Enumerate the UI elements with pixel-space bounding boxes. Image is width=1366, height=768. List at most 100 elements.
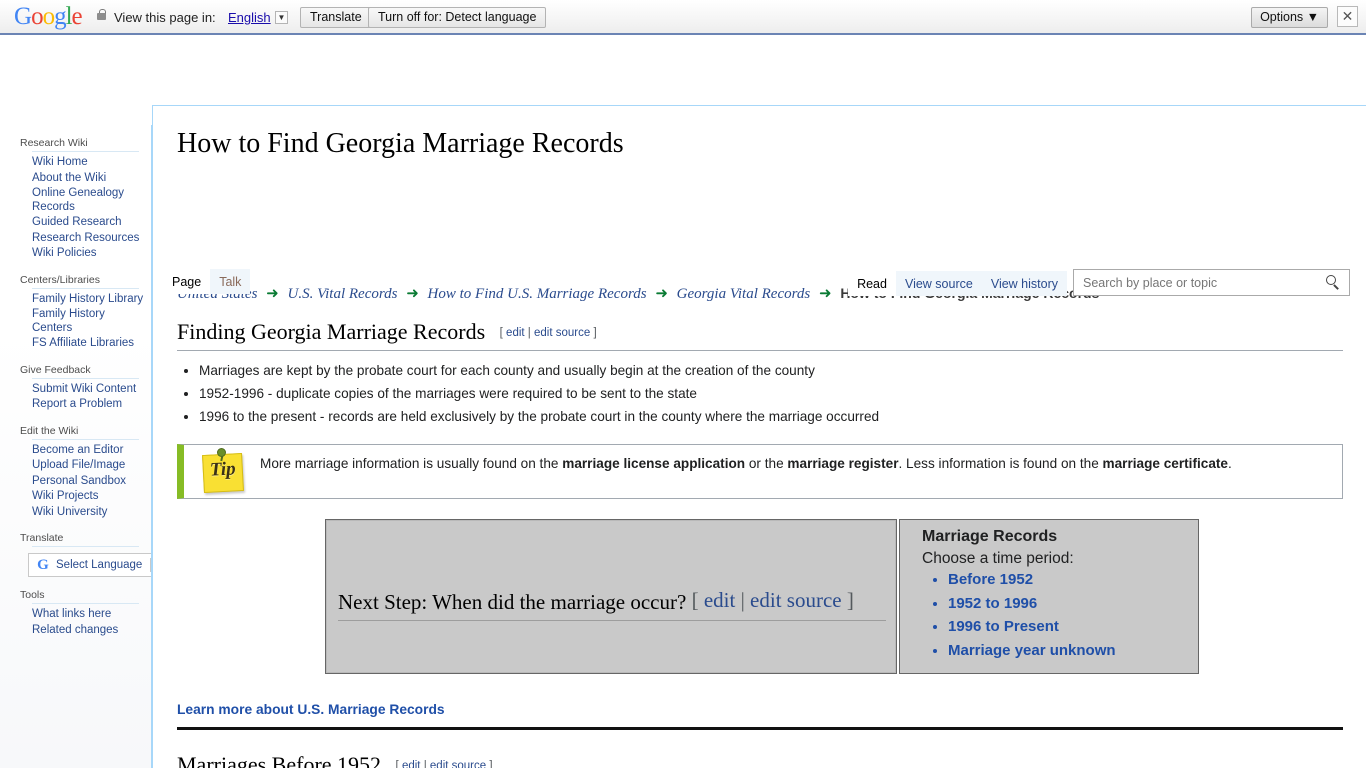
namespace-tabs: Page Talk [163, 269, 251, 294]
sidebar-item-research-resources[interactable]: Research Resources [32, 231, 151, 247]
sidebar-heading-translate: Translate [20, 532, 64, 544]
sidebar-item-related-changes[interactable]: Related changes [32, 623, 151, 639]
sidebar-group-give-feedback: Submit Wiki Content Report a Problem [0, 382, 151, 413]
tip-bold-marriage-register: marriage register [787, 456, 899, 471]
pipe: | [740, 588, 745, 612]
sidebar-item-wiki-home[interactable]: Wiki Home [32, 155, 151, 171]
edit-source-link[interactable]: edit source [750, 588, 842, 612]
sidebar-item-fs-affiliate-libraries[interactable]: FS Affiliate Libraries [32, 336, 151, 352]
tab-talk[interactable]: Talk [210, 269, 251, 294]
view-tabs: Read View source View history [848, 269, 1350, 297]
bracket-open: [ [499, 327, 503, 339]
tab-view-history[interactable]: View history [981, 271, 1067, 296]
next-step-box: Next Step: When did the marriage occur? … [325, 519, 897, 674]
option-before-1952[interactable]: Before 1952 [948, 568, 1116, 592]
breadcrumb-item-georgia-vital-records[interactable]: Georgia Vital Records [677, 286, 811, 302]
divider [177, 727, 1343, 730]
divider [32, 546, 139, 547]
sidebar: Research Wiki Wiki Home About the Wiki O… [0, 125, 152, 768]
sidebar-item-submit-wiki-content[interactable]: Submit Wiki Content [32, 382, 151, 398]
pipe: | [527, 327, 531, 339]
sidebar-group-edit-the-wiki: Become an Editor Upload File/Image Perso… [0, 443, 151, 521]
option-marriage-year-unknown[interactable]: Marriage year unknown [948, 639, 1116, 663]
sidebar-item-personal-sandbox[interactable]: Personal Sandbox [32, 474, 151, 490]
tab-read[interactable]: Read [848, 271, 896, 296]
sidebar-heading-tools: Tools [20, 589, 45, 601]
turn-off-translation-button[interactable]: Turn off for: Detect language [368, 7, 547, 28]
option-1996-to-present[interactable]: 1996 to Present [948, 615, 1116, 639]
tip-text: More marriage information is usually fou… [260, 453, 1335, 474]
edit-link[interactable]: edit [402, 760, 421, 768]
bracket-open: [ [691, 588, 699, 612]
divider [150, 558, 151, 572]
edit-links: [ edit | edit source ] [500, 327, 597, 339]
edit-link[interactable]: edit [506, 327, 525, 339]
tip-bold-license-application: marriage license application [562, 456, 746, 471]
sidebar-item-report-a-problem[interactable]: Report a Problem [32, 397, 151, 413]
page-title: How to Find Georgia Marriage Records [177, 128, 624, 159]
sidebar-item-upload-file-image[interactable]: Upload File/Image [32, 458, 151, 474]
edit-link[interactable]: edit [704, 588, 736, 612]
sidebar-item-about-the-wiki[interactable]: About the Wiki [32, 171, 151, 187]
edit-source-link[interactable]: edit source [430, 760, 486, 768]
marriage-records-options: Before 1952 1952 to 1996 1996 to Present… [926, 568, 1116, 662]
article-body: Finding Georgia Marriage Records [ edit … [177, 319, 1343, 768]
section-heading-text: Finding Georgia Marriage Records [177, 319, 486, 344]
breadcrumb-item-us-vital-records[interactable]: U.S. Vital Records [287, 286, 397, 302]
divider [32, 151, 139, 152]
edit-source-link[interactable]: edit source [534, 327, 590, 339]
breadcrumb-item-how-to-find-us-marriage-records[interactable]: How to Find U.S. Marriage Records [428, 286, 647, 302]
chevron-down-icon[interactable]: ▼ [275, 11, 288, 24]
search-input[interactable] [1081, 270, 1325, 297]
sidebar-item-wiki-university[interactable]: Wiki University [32, 505, 151, 521]
options-button[interactable]: Options ▼ [1251, 7, 1328, 28]
sidebar-item-wiki-policies[interactable]: Wiki Policies [32, 246, 151, 262]
sidebar-item-guided-research[interactable]: Guided Research [32, 215, 151, 231]
sidebar-item-become-an-editor[interactable]: Become an Editor [32, 443, 151, 459]
section-heading-text: Marriages Before 1952 [177, 752, 382, 768]
tab-page[interactable]: Page [163, 269, 211, 294]
marriage-records-title: Marriage Records [922, 528, 1058, 545]
bracket-open: [ [395, 760, 399, 768]
sidebar-heading-give-feedback: Give Feedback [20, 363, 91, 376]
bracket-close: ] [593, 327, 597, 339]
option-1952-to-1996[interactable]: 1952 to 1996 [948, 592, 1116, 616]
pipe: | [423, 760, 427, 768]
tip-text-part1: More marriage information is usually fou… [260, 456, 563, 471]
sidebar-group-centers-libraries: Family History Library Family History Ce… [0, 292, 151, 352]
search-icon[interactable] [1326, 275, 1341, 290]
divider [32, 377, 139, 379]
section1-bullet-list: Marriages are kept by the probate court … [177, 360, 1343, 428]
google-g-icon: G [37, 557, 49, 573]
sidebar-item-wiki-projects[interactable]: Wiki Projects [32, 489, 151, 505]
next-step-section: Next Step: When did the marriage occur? … [325, 519, 1199, 674]
arrow-right-icon: ➜ [655, 286, 668, 302]
sidebar-item-family-history-centers[interactable]: Family History Centers [32, 307, 151, 336]
bracket-close: ] [846, 588, 854, 612]
tip-text-part3: . Less information is found on the [898, 456, 1103, 471]
tab-view-source[interactable]: View source [895, 271, 982, 296]
translate-button[interactable]: Translate [300, 7, 372, 28]
arrow-right-icon: ➜ [266, 286, 279, 302]
select-language-label: Select Language [56, 559, 143, 571]
lock-icon [97, 9, 106, 20]
sidebar-item-online-genealogy-records[interactable]: Online Genealogy Records [32, 186, 151, 215]
sidebar-heading-centers-libraries: Centers/Libraries [20, 273, 100, 286]
sidebar-item-family-history-library[interactable]: Family History Library [32, 292, 151, 308]
tip-note-icon: Tip [201, 449, 245, 494]
close-icon[interactable]: ✕ [1337, 6, 1358, 27]
search-box[interactable] [1073, 269, 1350, 297]
next-step-heading-text: Next Step: When did the marriage occur? [338, 590, 687, 614]
edit-links: [ edit | edit source ] [692, 588, 854, 612]
section-heading-marriages-before-1952: Marriages Before 1952 [ edit | edit sour… [177, 752, 1343, 768]
list-item: Marriages are kept by the probate court … [199, 360, 1343, 382]
list-item: 1952-1996 - duplicate copies of the marr… [199, 383, 1343, 405]
sidebar-item-what-links-here[interactable]: What links here [32, 607, 151, 623]
language-link[interactable]: English [228, 10, 271, 25]
divider [32, 603, 139, 604]
sidebar-group-research-wiki: Wiki Home About the Wiki Online Genealog… [0, 155, 151, 262]
learn-more-link[interactable]: Learn more about U.S. Marriage Records [177, 702, 1343, 717]
tip-bold-marriage-certificate: marriage certificate [1102, 456, 1228, 471]
select-language-widget[interactable]: G Select Language [28, 553, 151, 577]
tip-text-part4: . [1227, 456, 1232, 471]
